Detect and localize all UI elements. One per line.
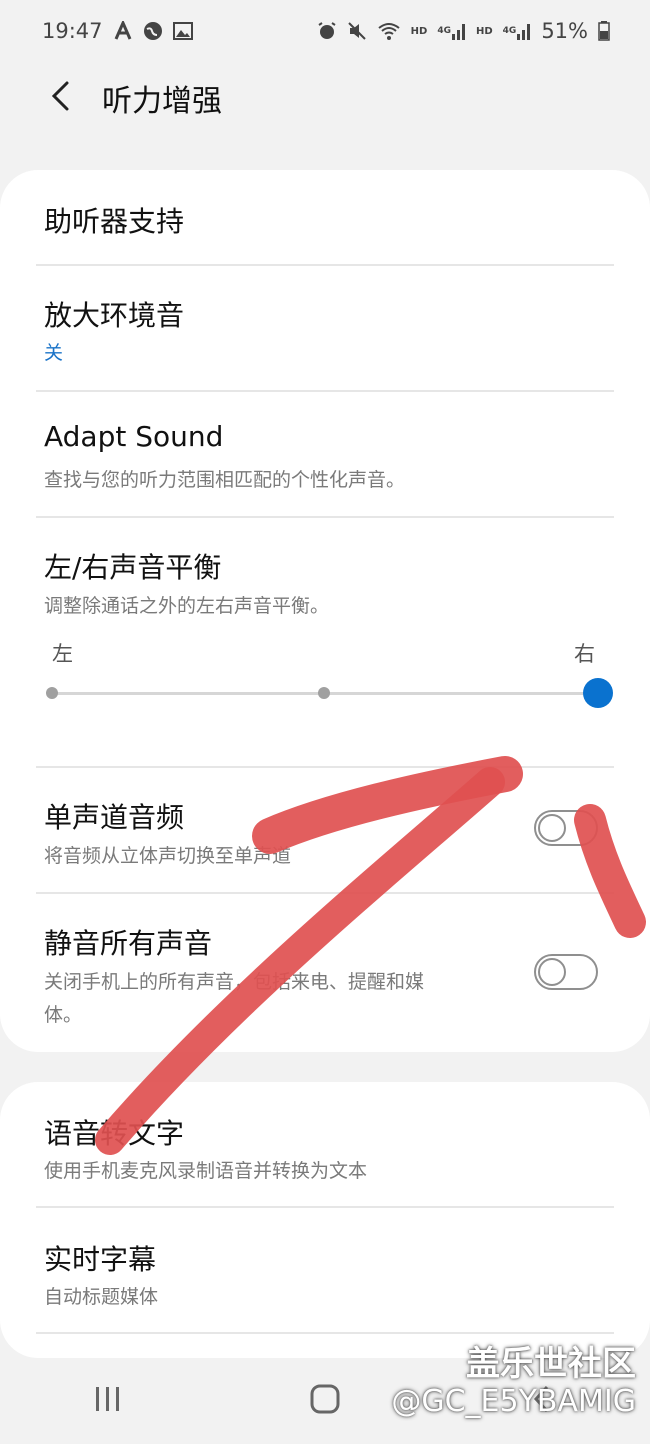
app-bar: 听力增强 [0, 62, 650, 134]
settings-card-speech: 语音转文字 使用手机麦克风录制语音并转换为文本 实时字幕 自动标题媒体 [0, 1082, 650, 1358]
signal-icon: 4G [503, 22, 532, 40]
settings-card-hearing: 助听器支持 放大环境音 关 Adapt Sound 查找与您的听力范围相匹配的个… [0, 170, 650, 1052]
list-item-mono-audio[interactable]: 单声道音频 将音频从立体声切换至单声道 [0, 768, 650, 892]
item-title: Adapt Sound [44, 420, 224, 453]
slider-left-label: 左 [52, 642, 73, 666]
watermark-handle: @GC_E5YBAMIG [391, 1384, 636, 1419]
recents-button[interactable] [68, 1371, 148, 1431]
page-title: 听力增强 [102, 84, 222, 119]
globe-icon [143, 21, 163, 41]
item-title: 左/右声音平衡 [44, 551, 222, 584]
hd-label: HD [410, 25, 428, 37]
image-icon [172, 22, 193, 40]
item-subtitle-line1: 关闭手机上的所有声音，包括来电、提醒和媒 [44, 971, 425, 993]
mono-audio-toggle[interactable] [534, 810, 598, 846]
net-label: 4G [502, 26, 517, 36]
item-title: 单声道音频 [44, 801, 185, 834]
list-item-hearing-aid-support[interactable]: 助听器支持 [0, 170, 650, 266]
item-title: 语音转文字 [44, 1117, 185, 1150]
list-item-mute-all[interactable]: 静音所有声音 关闭手机上的所有声音，包括来电、提醒和媒 体。 [0, 894, 650, 1050]
home-button[interactable] [285, 1371, 365, 1431]
home-icon [309, 1383, 341, 1419]
item-subtitle: 将音频从立体声切换至单声道 [44, 845, 292, 867]
slider-tick-center [318, 687, 330, 699]
item-subtitle: 使用手机麦克风录制语音并转换为文本 [44, 1160, 368, 1182]
slider-tick-left [46, 687, 58, 699]
status-bar: 19:47 HD 4G HD 4G 51% [0, 0, 650, 62]
battery-icon [598, 21, 610, 41]
list-item-live-caption[interactable]: 实时字幕 自动标题媒体 [0, 1208, 650, 1334]
item-subtitle: 调整除通话之外的左右声音平衡。 [44, 595, 330, 617]
mute-icon [347, 21, 367, 41]
balance-slider-thumb[interactable] [583, 678, 613, 708]
font-a-icon [113, 21, 133, 41]
recents-icon [93, 1385, 123, 1417]
wifi-icon [377, 21, 401, 41]
mute-all-toggle[interactable] [534, 954, 598, 990]
item-title: 实时字幕 [44, 1243, 157, 1276]
item-status: 关 [44, 342, 64, 364]
list-item-speech-to-text[interactable]: 语音转文字 使用手机麦克风录制语音并转换为文本 [0, 1082, 650, 1208]
divider [36, 1332, 614, 1334]
list-item-adapt-sound[interactable]: Adapt Sound 查找与您的听力范围相匹配的个性化声音。 [0, 392, 650, 516]
list-item-amplify-ambient[interactable]: 放大环境音 关 [0, 266, 650, 390]
item-title: 静音所有声音 [44, 927, 213, 960]
battery-percent: 51% [541, 19, 588, 43]
net-label: 4G [437, 26, 451, 36]
chevron-left-icon [49, 80, 73, 116]
list-item-lr-balance: 左/右声音平衡 调整除通话之外的左右声音平衡。 [0, 518, 650, 766]
hd-label: HD [475, 25, 493, 37]
item-title: 助听器支持 [44, 205, 185, 238]
item-subtitle: 自动标题媒体 [44, 1286, 159, 1308]
slider-right-label: 右 [574, 642, 595, 666]
status-time: 19:47 [42, 19, 103, 43]
signal-icon: 4G [437, 22, 466, 40]
item-subtitle-line2: 体。 [44, 1004, 83, 1026]
back-button[interactable] [26, 63, 96, 133]
item-subtitle: 查找与您的听力范围相匹配的个性化声音。 [44, 469, 406, 491]
item-title: 放大环境音 [44, 299, 185, 332]
watermark-title: 盖乐世社区 [466, 1344, 636, 1384]
alarm-icon [317, 21, 337, 41]
